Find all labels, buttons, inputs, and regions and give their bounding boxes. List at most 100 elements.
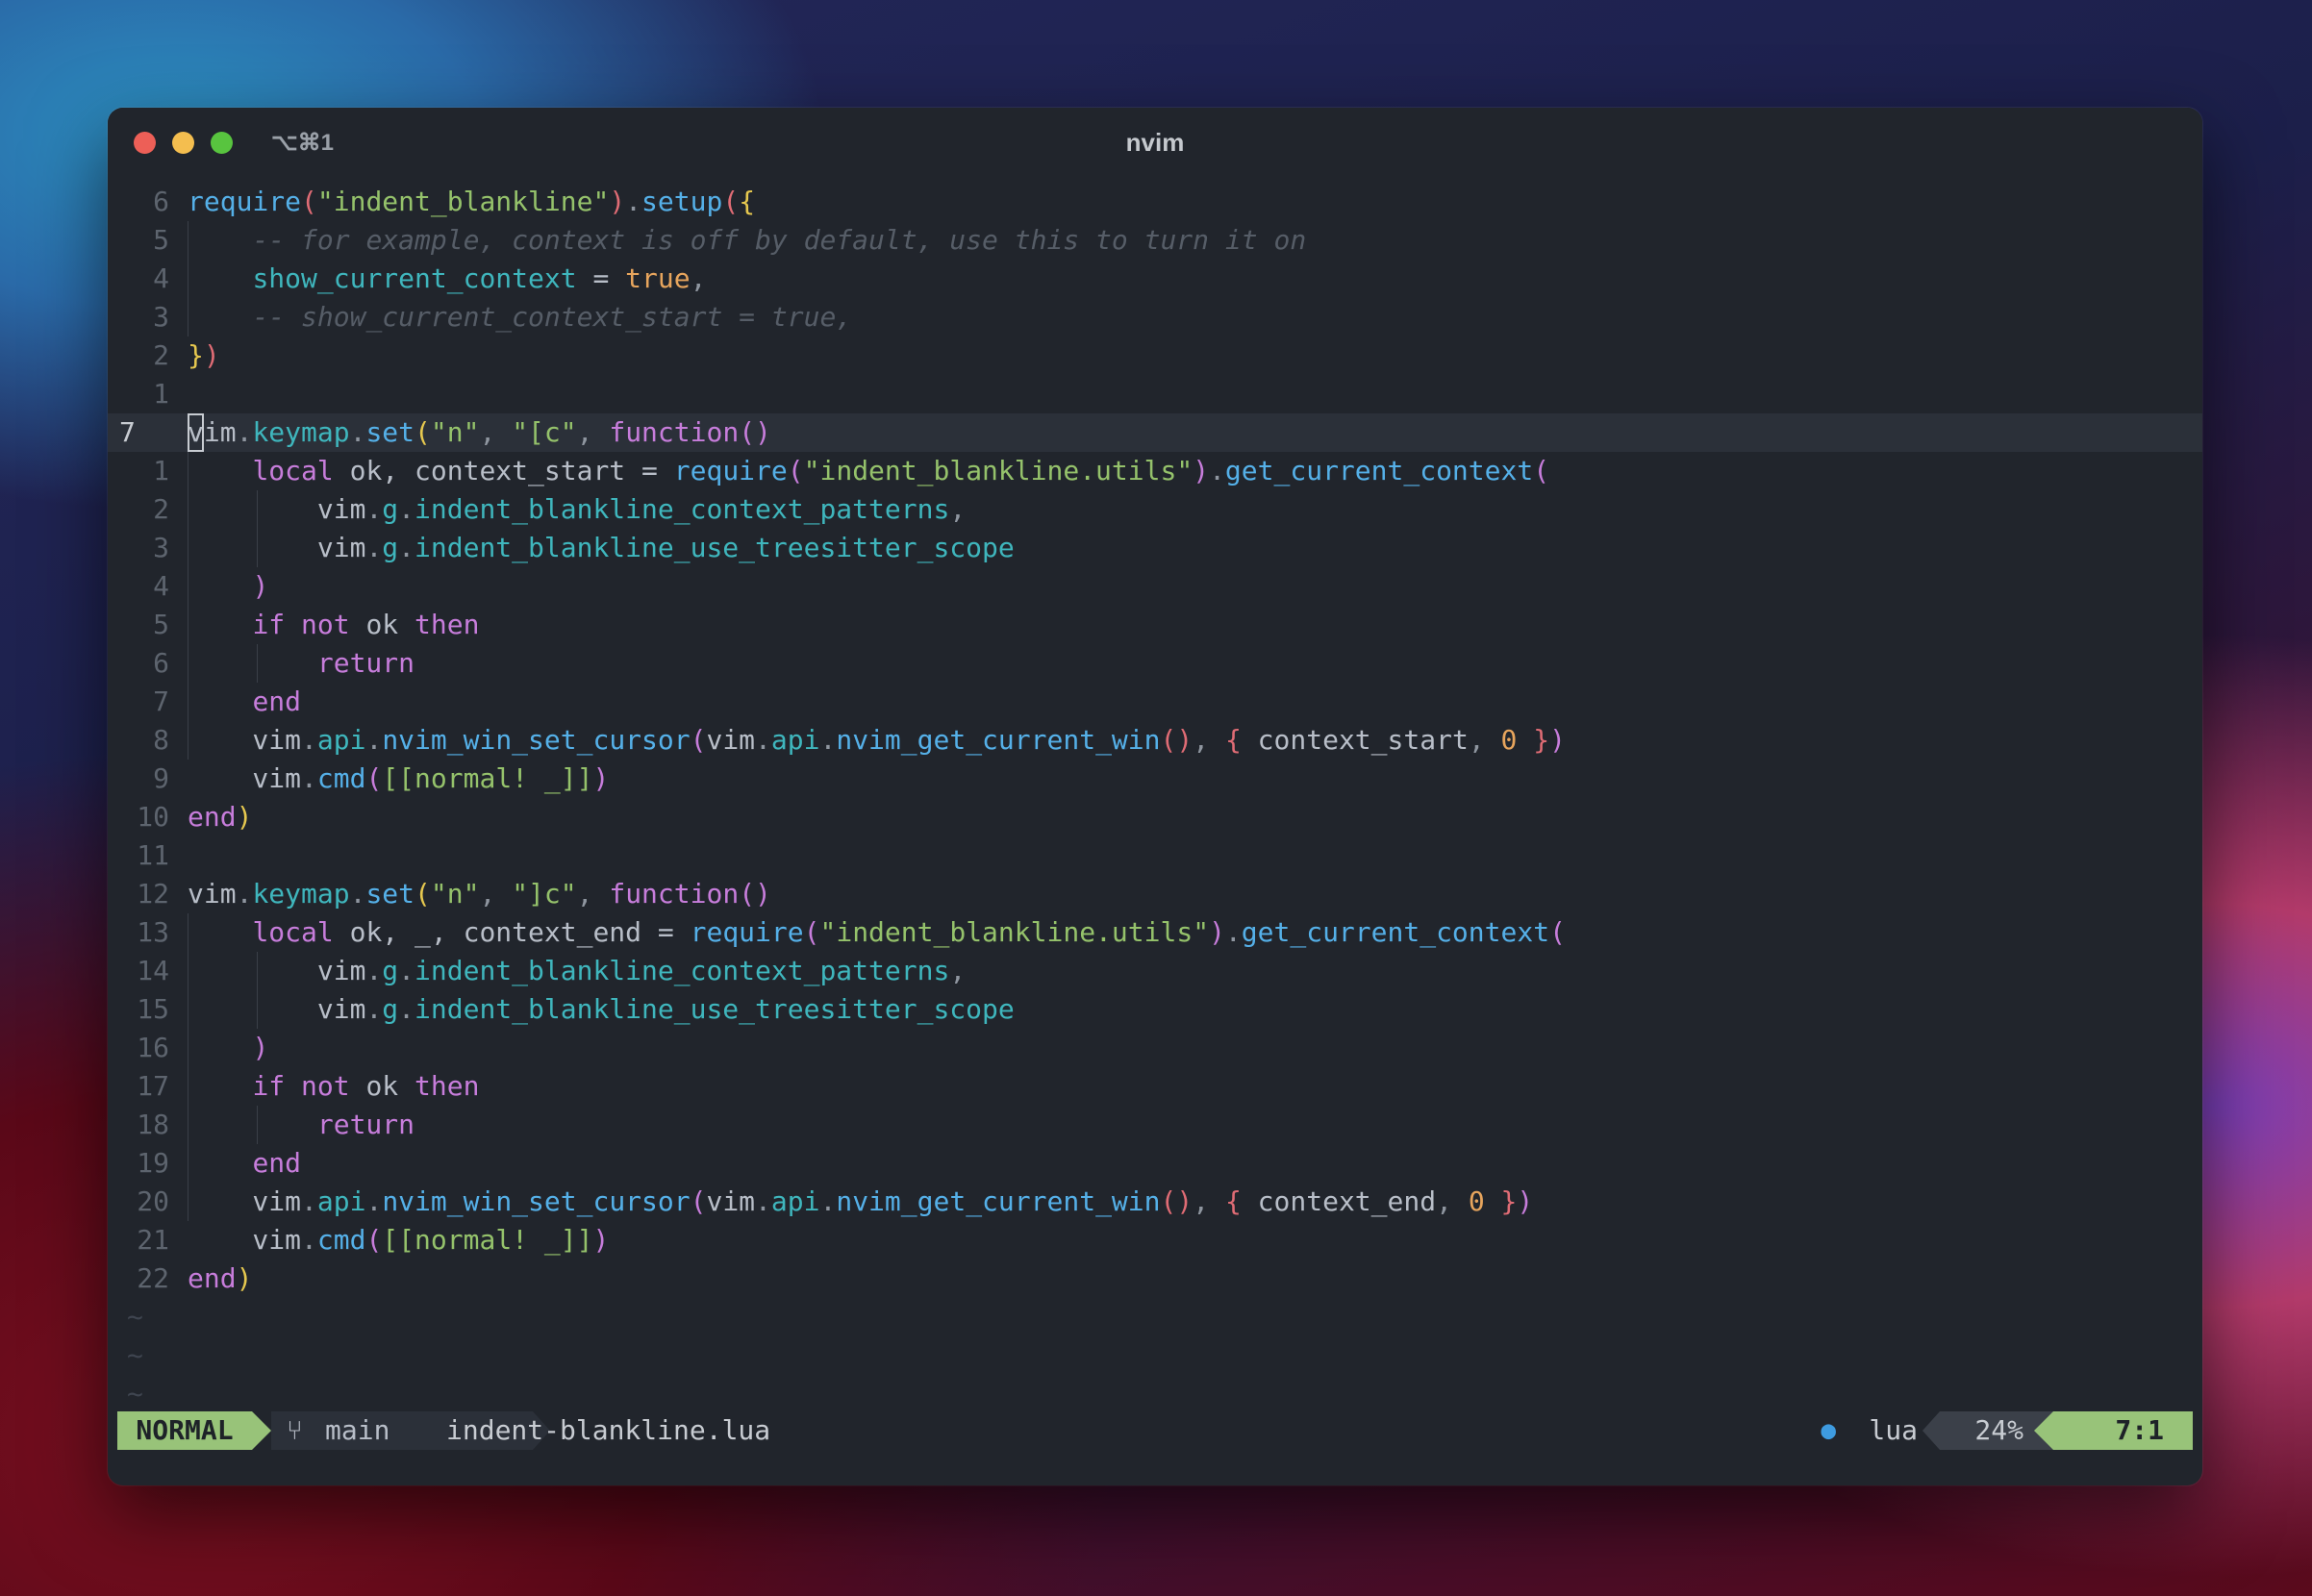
code-token: im [203,416,237,448]
code-token: , [949,493,967,525]
code-line[interactable]: 15 vim.g.indent_blankline_use_treesitter… [108,990,2202,1029]
code-line[interactable]: 11 [108,836,2202,875]
code-token: if [252,609,286,640]
code-line[interactable]: 3 -- show_current_context_start = true, [108,298,2202,337]
code-token: . [398,955,415,986]
code-line[interactable]: 20 vim.api.nvim_win_set_cursor(vim.api.n… [108,1183,2202,1221]
code-token: ( [301,186,317,217]
line-code: }) [188,337,220,375]
code-line[interactable]: 12 vim.keymap.set("n", "]c", function() [108,875,2202,913]
line-code: vim.keymap.set("n", "]c", function() [188,875,771,913]
code-line[interactable]: 6 return [108,644,2202,683]
code-token: ( [787,455,804,486]
code-token: -- for example, context is off by defaul… [252,224,1307,256]
code-line[interactable]: 21 vim.cmd([[normal! _]]) [108,1221,2202,1259]
code-token: . [365,993,383,1025]
code-token: , [1193,1185,1225,1217]
code-token: keymap [252,878,350,910]
code-line[interactable]: 8 vim.api.nvim_win_set_cursor(vim.api.nv… [108,721,2202,760]
code-line[interactable]: 18 return [108,1106,2202,1144]
code-line[interactable]: 3 vim.g.indent_blankline_use_treesitter_… [108,529,2202,567]
code-line[interactable]: 17 if not ok then [108,1067,2202,1106]
code-token: ) [609,186,626,217]
code-token: . [1224,916,1242,948]
line-number: 7 [153,686,169,717]
line-code: show_current_context = true, [188,260,706,298]
code-token: 0 [1468,1185,1485,1217]
code-token: g [382,955,399,986]
line-number: 6 [153,647,169,679]
line-code: -- for example, context is off by defaul… [188,221,1306,260]
line-number: 11 [137,839,169,871]
code-token: . [349,416,366,448]
code-token: () [739,878,771,910]
code-token: vim [188,878,237,910]
code-line[interactable]: 2 vim.g.indent_blankline_context_pattern… [108,490,2202,529]
code-token: . [365,1185,383,1217]
tilde-marker: ~ [127,1301,143,1333]
code-line[interactable]: 5 -- for example, context is off by defa… [108,221,2202,260]
code-line[interactable]: 14 vim.g.indent_blankline_context_patter… [108,952,2202,990]
code-line[interactable]: 4 ) [108,567,2202,606]
code-line[interactable]: 6 require("indent_blankline").setup({ [108,183,2202,221]
code-token: "]c" [512,878,577,910]
code-token: return [316,1109,415,1140]
code-token: vim [188,1185,302,1217]
code-token: not [301,609,350,640]
code-token: ( [722,186,740,217]
code-token: . [349,878,366,910]
line-number: 2 [153,493,169,525]
code-token: vim [188,532,366,563]
code-token: ( [365,1224,383,1256]
code-token: 0 [1500,724,1518,756]
code-token: return [316,647,415,679]
code-token: "indent_blankline.utils" [803,455,1194,486]
code-token: ok, _, context_end = [333,916,691,948]
code-line[interactable]: 13 local ok, _, context_end = require("i… [108,913,2202,952]
code-token: () [1160,1185,1194,1217]
line-code: vim.keymap.set("n", "[c", function() [188,413,771,452]
code-token: . [819,1185,837,1217]
code-line[interactable]: 1 local ok, context_start = require("ind… [108,452,2202,490]
status-line: NORMAL ⑂ main indent-blankline.lua ● lua… [117,1411,2193,1450]
code-token: nvim_get_current_win [836,724,1161,756]
code-line[interactable]: 19 end [108,1144,2202,1183]
line-number: 16 [137,1032,169,1063]
code-line[interactable]: 4 show_current_context = true, [108,260,2202,298]
code-line[interactable]: 9 vim.cmd([[normal! _]]) [108,760,2202,798]
code-token: indent_blankline_context_patterns [415,955,950,986]
code-line[interactable]: 2}) [108,337,2202,375]
line-code: vim.g.indent_blankline_context_patterns, [188,952,966,990]
code-token: . [365,532,383,563]
code-line[interactable]: 10 end) [108,798,2202,836]
title-bar[interactable]: ⌥⌘1 nvim [108,108,2202,167]
code-token: ) [236,801,253,833]
code-line[interactable]: 5 if not ok then [108,606,2202,644]
line-code: vim.cmd([[normal! _]]) [188,760,609,798]
code-token: . [301,762,317,794]
code-token: api [770,1185,820,1217]
code-line[interactable]: 16 ) [108,1029,2202,1067]
code-line[interactable]: 1 [108,375,2202,413]
line-number: 4 [153,570,169,602]
code-token: context_end [1241,1185,1437,1217]
code-line[interactable]: 7 end [108,683,2202,721]
code-token: get_current_context [1241,916,1550,948]
code-token: . [398,493,415,525]
code-token: vim [188,993,366,1025]
line-number: 5 [153,609,169,640]
code-token: "indent_blankline" [316,186,610,217]
current-code-line[interactable]: 7 vim.keymap.set("n", "[c", function() [108,413,2202,452]
code-editor[interactable]: 6 require("indent_blankline").setup({5 --… [108,183,2202,1409]
code-token: , [1468,724,1501,756]
tilde-marker: ~ [127,1378,143,1409]
code-token: local [252,455,334,486]
tilde-marker: ~ [127,1339,143,1371]
code-line[interactable]: 22 end) [108,1259,2202,1298]
code-token: ( [690,724,707,756]
